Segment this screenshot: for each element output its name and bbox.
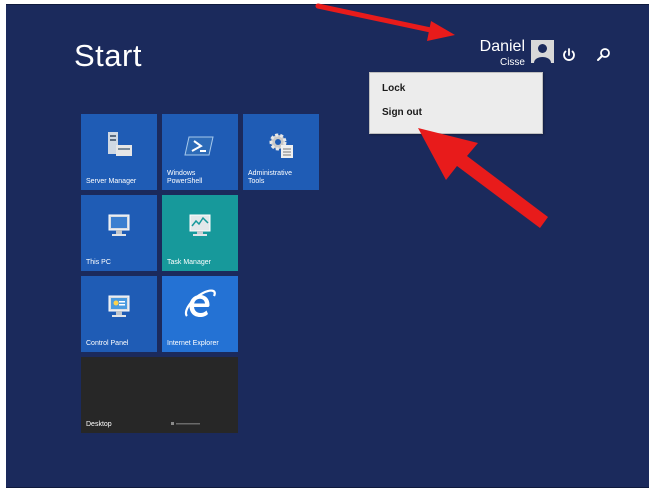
- user-account-button[interactable]: Daniel Cisse: [480, 38, 554, 70]
- desktop-wallpaper-icon: [171, 422, 200, 425]
- tile-task-manager[interactable]: Task Manager: [162, 195, 238, 271]
- control-panel-icon: [108, 295, 130, 317]
- tile-label: Desktop: [86, 421, 112, 428]
- tile-windows-powershell[interactable]: Windows PowerShell: [162, 114, 238, 190]
- tile-label: This PC: [86, 259, 111, 266]
- tile-desktop[interactable]: Desktop: [81, 357, 238, 433]
- tile-this-pc[interactable]: This PC: [81, 195, 157, 271]
- tile-internet-explorer[interactable]: Internet Explorer: [162, 276, 238, 352]
- user-avatar-icon: [531, 40, 554, 63]
- server-manager-icon: [108, 132, 132, 156]
- tile-label: Control Panel: [86, 340, 129, 347]
- user-first-name: Daniel: [479, 38, 525, 55]
- tile-control-panel[interactable]: Control Panel: [81, 276, 157, 352]
- power-icon: [563, 48, 575, 61]
- tile-administrative-tools[interactable]: Administrative Tools: [243, 114, 319, 190]
- menu-item-sign-out[interactable]: Sign out: [370, 101, 542, 125]
- user-names: Daniel Cisse: [480, 38, 525, 68]
- tile-server-manager[interactable]: Server Manager: [81, 114, 157, 190]
- computer-icon: [108, 214, 130, 236]
- power-button[interactable]: [558, 44, 580, 66]
- tile-label: Administrative Tools: [248, 170, 292, 185]
- user-account-menu: Lock Sign out: [369, 72, 543, 134]
- search-button[interactable]: [592, 44, 614, 66]
- tile-label: Task Manager: [167, 259, 211, 266]
- task-manager-icon: [189, 214, 211, 236]
- powershell-icon: [184, 136, 214, 156]
- avatar: [531, 40, 554, 63]
- admin-tools-icon: [269, 133, 293, 158]
- menu-item-lock[interactable]: Lock: [370, 77, 542, 101]
- search-icon: [597, 48, 610, 61]
- tile-label: Internet Explorer: [167, 340, 219, 347]
- tile-label: Server Manager: [86, 178, 137, 185]
- user-last-name: Cisse: [499, 57, 525, 68]
- internet-explorer-icon: [184, 289, 216, 317]
- tile-label: Windows PowerShell: [167, 170, 203, 185]
- start-title: Start: [74, 38, 142, 73]
